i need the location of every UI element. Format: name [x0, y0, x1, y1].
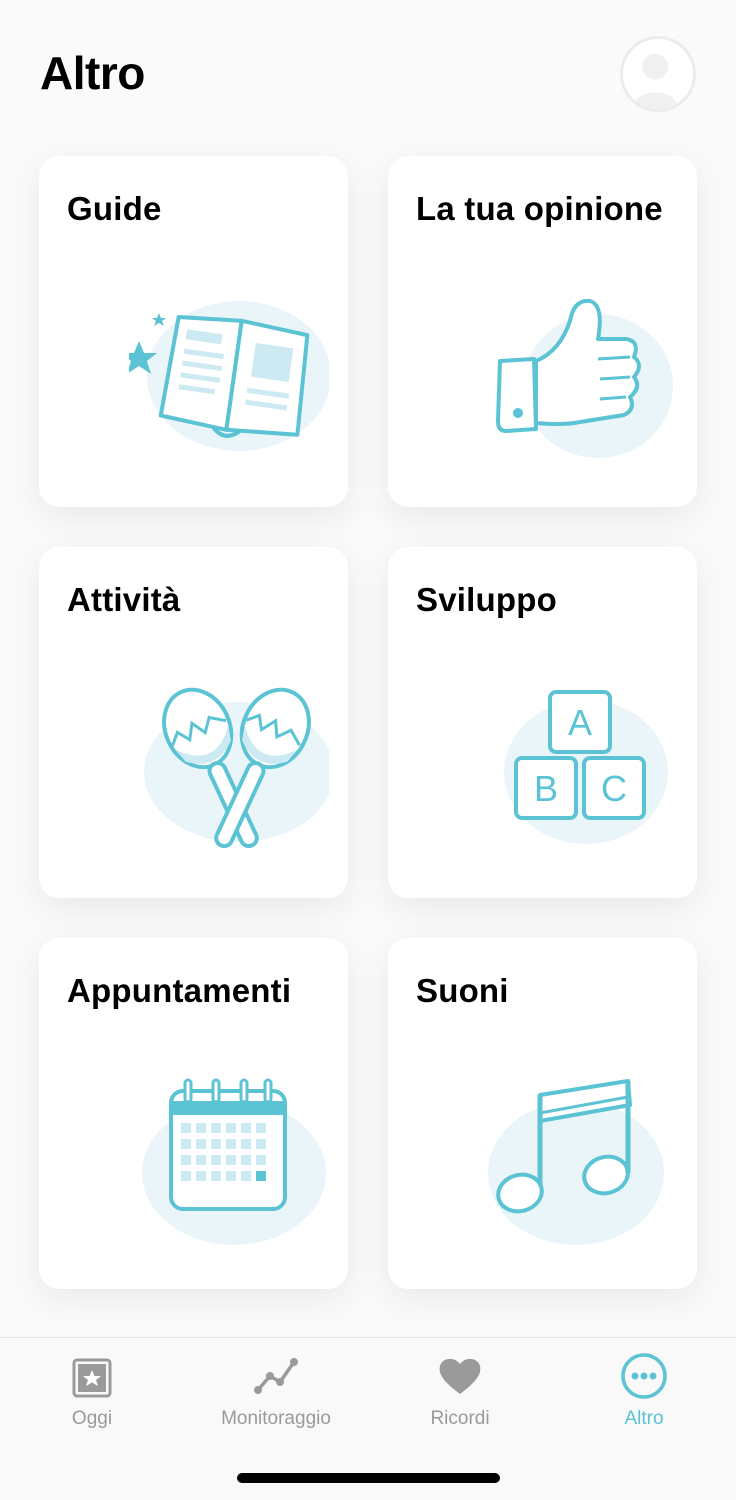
- card-title: Suoni: [416, 972, 509, 1009]
- card-title: Appuntamenti: [67, 972, 292, 1009]
- block-b-letter: B: [534, 768, 558, 809]
- feature-grid: Guide La tua opinione Attività Sviluppo …: [0, 0, 736, 1300]
- tab-altro[interactable]: Altro: [552, 1338, 736, 1438]
- card-guide[interactable]: Guide: [39, 156, 348, 507]
- thumbs-up-icon: [478, 281, 678, 481]
- screen: Altro Guide La tua opinione Attività Svi…: [0, 0, 736, 1500]
- card-title: La tua opinione: [416, 190, 663, 227]
- block-c-letter: C: [601, 768, 627, 809]
- music-note-icon: [478, 1063, 678, 1263]
- more-icon: [620, 1352, 668, 1400]
- calendar-icon: [129, 1063, 329, 1263]
- card-feedback[interactable]: La tua opinione: [388, 156, 697, 507]
- card-title: Attività: [67, 581, 181, 618]
- tab-monitoraggio[interactable]: Monitoraggio: [184, 1338, 368, 1438]
- tab-label: Oggi: [71, 1408, 113, 1429]
- card-appointments[interactable]: Appuntamenti: [39, 938, 348, 1289]
- tab-label: Altro: [624, 1408, 664, 1429]
- tab-label: Monitoraggio: [221, 1408, 331, 1429]
- tab-ricordi[interactable]: Ricordi: [368, 1338, 552, 1438]
- abc-blocks-icon: A B C: [478, 672, 678, 872]
- book-icon: [129, 281, 329, 481]
- tab-oggi[interactable]: Oggi: [0, 1338, 184, 1438]
- home-indicator[interactable]: [237, 1473, 500, 1483]
- card-activities[interactable]: Attività: [39, 547, 348, 898]
- maracas-icon: [129, 672, 329, 872]
- card-sounds[interactable]: Suoni: [388, 938, 697, 1289]
- block-a-letter: A: [568, 702, 592, 743]
- calendar-star-icon: [68, 1352, 116, 1400]
- line-chart-icon: [252, 1352, 300, 1400]
- card-title: Guide: [67, 190, 162, 227]
- card-title: Sviluppo: [416, 581, 557, 618]
- heart-icon: [436, 1352, 484, 1400]
- tab-label: Ricordi: [430, 1408, 490, 1429]
- card-development[interactable]: Sviluppo A B C: [388, 547, 697, 898]
